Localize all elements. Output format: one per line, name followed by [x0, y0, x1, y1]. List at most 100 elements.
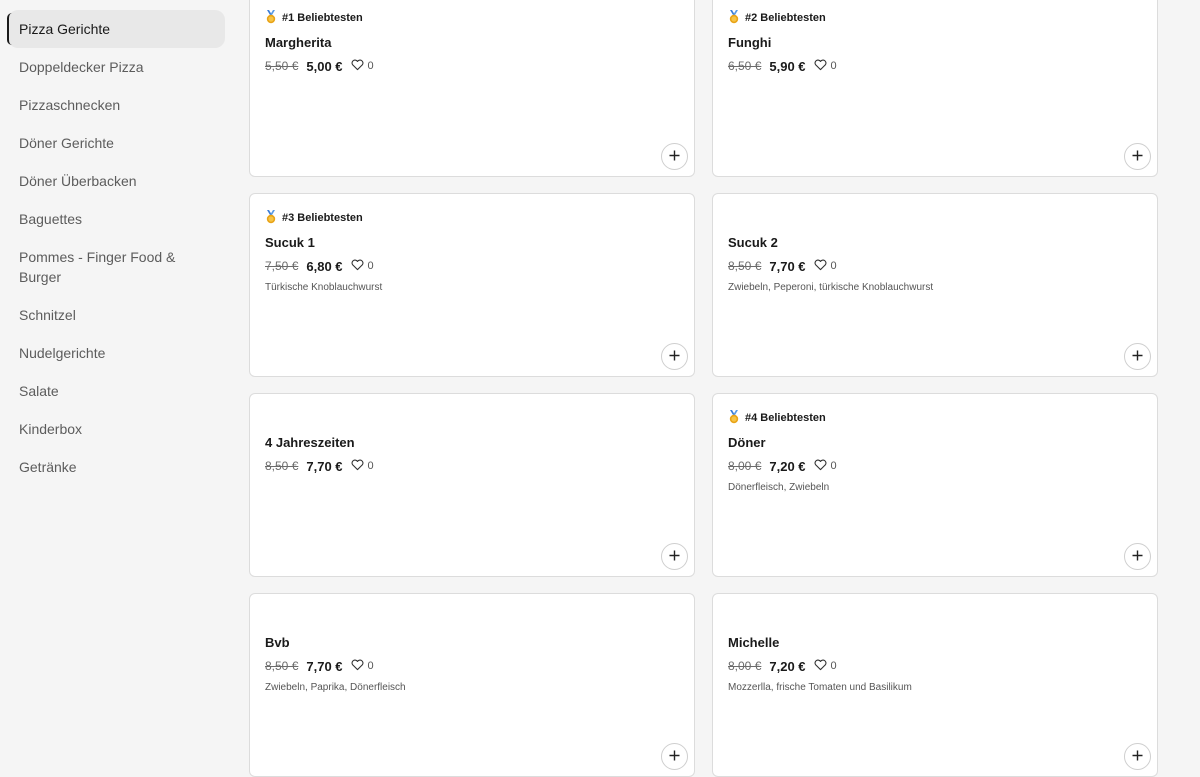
product-description: Zwiebeln, Paprika, Dönerfleisch — [265, 682, 406, 693]
like-button[interactable]: 0 — [814, 259, 837, 274]
heart-icon — [351, 659, 364, 674]
category-item[interactable]: Salate — [8, 372, 225, 410]
add-to-cart-button[interactable] — [661, 743, 688, 770]
product-grid: #1 Beliebtesten Margherita 5,50 €5,00 €0 #2… — [249, 0, 1158, 777]
category-item[interactable]: Getränke — [8, 448, 225, 486]
current-price: 6,80 € — [306, 258, 343, 274]
category-item[interactable]: Doppeldecker Pizza — [8, 48, 225, 86]
plus-icon — [669, 748, 680, 766]
badge-label: #3 Beliebtesten — [282, 212, 363, 224]
like-button[interactable]: 0 — [351, 259, 374, 274]
like-button[interactable]: 0 — [814, 459, 837, 474]
price-row: 6,50 € 5,90 € 0 — [728, 58, 1142, 74]
current-price: 7,70 € — [306, 658, 343, 674]
old-price: 5,50 € — [265, 59, 299, 73]
category-item[interactable]: Nudelgerichte — [8, 334, 225, 372]
product-description: Dönerfleisch, Zwiebeln — [728, 482, 830, 493]
plus-icon — [669, 148, 680, 166]
popular-badge: #3 Beliebtesten — [265, 209, 679, 227]
like-button[interactable]: 0 — [814, 659, 837, 674]
add-to-cart-button[interactable] — [1124, 143, 1151, 170]
plus-icon — [669, 548, 680, 566]
heart-icon — [351, 259, 364, 274]
product-card[interactable]: #3 Beliebtesten Sucuk 1 7,50 € 6,80 € 0 Türki… — [249, 193, 695, 377]
category-item[interactable]: Döner Überbacken — [8, 162, 225, 200]
like-count: 0 — [830, 660, 837, 672]
current-price: 5,90 € — [769, 58, 806, 74]
popular-badge: #2 Beliebtesten — [728, 9, 1142, 27]
product-card[interactable]: 4 Jahreszeiten 8,50 € 7,70 € 0 — [249, 393, 695, 577]
product-card[interactable]: Michelle 8,00 € 7,20 € 0 Mozzerlla, frische … — [712, 593, 1158, 777]
price-row: 8,00 € 7,20 € 0 — [728, 658, 1142, 674]
old-price: 8,00 € — [728, 659, 762, 673]
product-description: Zwiebeln, Peperoni, türkische Knoblauchw… — [728, 282, 934, 293]
like-count: 0 — [367, 660, 374, 672]
product-card[interactable]: #4 Beliebtesten Döner 8,00 € 7,20 € 0 Dönerfl… — [712, 393, 1158, 577]
heart-icon — [814, 59, 827, 74]
like-count: 0 — [830, 260, 837, 272]
heart-icon — [351, 59, 364, 74]
like-button[interactable]: 0 — [351, 459, 374, 474]
product-name: Sucuk 2 — [728, 235, 778, 250]
plus-icon — [669, 348, 680, 366]
product-description: Türkische Knoblauchwurst — [265, 282, 383, 293]
add-to-cart-button[interactable] — [1124, 743, 1151, 770]
price-row: 7,50 € 6,80 € 0 — [265, 258, 679, 274]
product-card[interactable]: #1 Beliebtesten Margherita 5,50 € 5,00 € 0 — [249, 0, 695, 177]
plus-icon — [1132, 548, 1143, 566]
current-price: 7,70 € — [769, 258, 806, 274]
add-to-cart-button[interactable] — [1124, 343, 1151, 370]
category-item[interactable]: Pizza Gerichte — [7, 10, 225, 48]
category-item[interactable]: Pizzaschnecken — [8, 86, 225, 124]
medal-icon — [265, 209, 277, 227]
product-name: Sucuk 1 — [265, 235, 315, 250]
medal-icon — [265, 9, 277, 27]
price-row: 8,50 € 7,70 € 0 — [728, 258, 1142, 274]
heart-icon — [814, 659, 827, 674]
product-description: Mozzerlla, frische Tomaten und Basilikum — [728, 682, 912, 693]
category-item[interactable]: Pommes - Finger Food & Burger — [8, 238, 225, 296]
old-price: 8,00 € — [728, 459, 762, 473]
product-name: 4 Jahreszeiten — [265, 435, 355, 450]
medal-icon — [728, 9, 740, 27]
add-to-cart-button[interactable] — [661, 143, 688, 170]
like-button[interactable]: 0 — [351, 59, 374, 74]
old-price: 8,50 € — [265, 659, 299, 673]
product-card[interactable]: Bvb 8,50 € 7,70 € 0 Zwiebeln, Paprika, Döner… — [249, 593, 695, 777]
like-count: 0 — [830, 460, 837, 472]
like-button[interactable]: 0 — [814, 59, 837, 74]
category-item[interactable]: Döner Gerichte — [8, 124, 225, 162]
category-item[interactable]: Kinderbox — [8, 410, 225, 448]
current-price: 7,70 € — [306, 458, 343, 474]
plus-icon — [1132, 348, 1143, 366]
product-name: Funghi — [728, 35, 772, 50]
like-count: 0 — [367, 460, 374, 472]
product-card[interactable]: Sucuk 2 8,50 € 7,70 € 0 Zwiebeln, Peperoni, … — [712, 193, 1158, 377]
category-item[interactable]: Baguettes — [8, 200, 225, 238]
plus-icon — [1132, 748, 1143, 766]
add-to-cart-button[interactable] — [661, 543, 688, 570]
price-row: 8,50 € 7,70 € 0 — [265, 658, 679, 674]
plus-icon — [1132, 148, 1143, 166]
badge-label: #4 Beliebtesten — [745, 412, 826, 424]
category-item[interactable]: Schnitzel — [8, 296, 225, 334]
like-button[interactable]: 0 — [351, 659, 374, 674]
add-to-cart-button[interactable] — [661, 343, 688, 370]
product-name: Margherita — [265, 35, 332, 50]
heart-icon — [814, 259, 827, 274]
product-card[interactable]: #2 Beliebtesten Funghi 6,50 € 5,90 € 0 — [712, 0, 1158, 177]
current-price: 5,00 € — [306, 58, 343, 74]
like-count: 0 — [830, 60, 837, 72]
heart-icon — [814, 459, 827, 474]
badge-label: #2 Beliebtesten — [745, 12, 826, 24]
old-price: 6,50 € — [728, 59, 762, 73]
popular-badge: #4 Beliebtesten — [728, 409, 1142, 425]
price-row: 8,00 € 7,20 € 0 — [728, 458, 1142, 474]
price-row: 8,50 € 7,70 € 0 — [265, 458, 679, 474]
category-sidebar: Pizza Gerichte Doppeldecker Pizza Pizzasch… — [0, 0, 232, 753]
product-name: Bvb — [265, 635, 290, 650]
old-price: 7,50 € — [265, 259, 299, 273]
badge-label: #1 Beliebtesten — [282, 12, 363, 24]
add-to-cart-button[interactable] — [1124, 543, 1151, 570]
heart-icon — [351, 459, 364, 474]
